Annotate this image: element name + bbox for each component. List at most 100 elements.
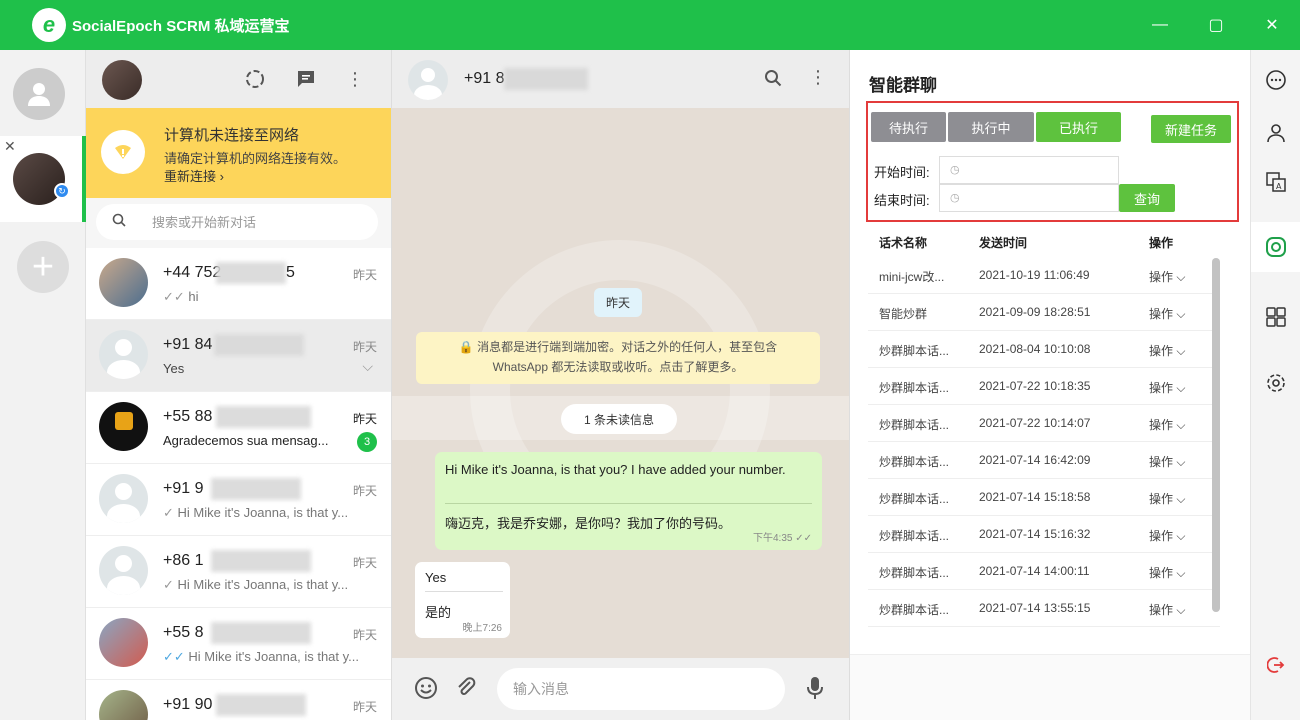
chat-time: 昨天: [352, 412, 377, 426]
add-account-button[interactable]: +: [17, 241, 69, 293]
emoji-icon[interactable]: [414, 676, 438, 706]
row-action-dropdown[interactable]: 操作 ⌵: [1149, 564, 1185, 581]
new-chat-icon[interactable]: [295, 68, 317, 90]
read-ticks-icon: ✓✓: [163, 289, 185, 304]
chat-time: 昨天: [352, 484, 377, 498]
chevron-down-icon[interactable]: ⌵: [362, 358, 373, 375]
chat-preview: hi: [188, 289, 199, 304]
contact-name: +55 88: [163, 408, 213, 425]
column-header-name: 话术名称: [879, 236, 928, 250]
chat-preview: Hi Mike it's Joanna, is that y...: [177, 577, 349, 592]
reconnect-link[interactable]: 重新连接 ›: [164, 166, 224, 185]
default-avatar-icon[interactable]: [408, 60, 448, 100]
chat-item[interactable]: +91 90 昨天: [86, 680, 391, 720]
chat-item[interactable]: +91 9 昨天 ✓ Hi Mike it's Joanna, is that …: [86, 464, 391, 536]
menu-dots-icon[interactable]: ⋮: [344, 68, 366, 90]
tab-pending[interactable]: 待执行: [871, 112, 946, 142]
row-time: 2021-07-14 15:16:32: [979, 527, 1091, 541]
user-avatar-icon[interactable]: [13, 68, 65, 120]
message-text: Hi Mike it's Joanna, is that you? I have…: [445, 462, 786, 477]
message-translation: 是的: [425, 605, 452, 620]
read-ticks-icon: ✓✓: [163, 649, 185, 664]
smart-group-chat-panel: 智能群聊 待执行 执行中 已执行 新建任务 开始时间: ◷ 结束时间: ◷ 查询…: [850, 50, 1250, 720]
row-action-dropdown[interactable]: 操作 ⌵: [1149, 490, 1185, 507]
search-icon: [112, 213, 126, 231]
row-action-dropdown[interactable]: 操作 ⌵: [1149, 305, 1185, 322]
row-action-dropdown[interactable]: 操作 ⌵: [1149, 601, 1185, 618]
message-time: 下午4:35 ✓✓: [753, 533, 812, 544]
logout-icon[interactable]: [1251, 640, 1300, 690]
apps-grid-icon[interactable]: [1251, 292, 1300, 342]
tab-running[interactable]: 执行中: [948, 112, 1034, 142]
row-time: 2021-08-04 10:10:08: [979, 342, 1091, 356]
chat-item[interactable]: +44 752 5 昨天 ✓✓ hi: [86, 248, 391, 320]
start-time-input[interactable]: ◷: [939, 156, 1119, 184]
minimize-button[interactable]: —: [1132, 0, 1188, 50]
table-scrollbar[interactable]: [1212, 258, 1220, 612]
default-avatar-icon: [99, 330, 148, 379]
chat-item[interactable]: +55 88 昨天 Agradecemos sua mensag... 3: [86, 392, 391, 464]
close-account-icon[interactable]: ✕: [4, 138, 16, 155]
query-button[interactable]: 查询: [1119, 184, 1175, 212]
network-banner-title: 计算机未连接至网络: [164, 127, 300, 144]
incoming-message[interactable]: Yes 是的 晚上7:26: [415, 562, 510, 638]
my-avatar[interactable]: [102, 60, 142, 100]
start-time-label: 开始时间:: [874, 165, 930, 180]
search-box: [96, 204, 378, 240]
chat-time: 昨天: [352, 556, 377, 570]
encryption-notice[interactable]: 🔒 消息都是进行端到端加密。对话之外的任何人，甚至包含 WhatsApp 都无法…: [416, 332, 820, 384]
row-action-dropdown[interactable]: 操作 ⌵: [1149, 268, 1185, 285]
encryption-notice-line1: 🔒 消息都是进行端到端加密。对话之外的任何人，甚至包含: [458, 340, 778, 354]
chat-bubble-icon[interactable]: [1251, 55, 1300, 105]
account-tab-active[interactable]: ✕ ↻: [0, 136, 86, 222]
microphone-icon[interactable]: [806, 676, 824, 706]
row-action-dropdown[interactable]: 操作 ⌵: [1149, 453, 1185, 470]
row-name: 智能炒群: [879, 307, 928, 321]
clock-icon: ◷: [950, 164, 960, 176]
row-action-dropdown[interactable]: 操作 ⌵: [1149, 379, 1185, 396]
chat-time: 昨天: [352, 268, 377, 282]
attach-icon[interactable]: [455, 676, 477, 704]
outgoing-message[interactable]: Hi Mike it's Joanna, is that you? I have…: [435, 452, 822, 550]
chat-time: 昨天: [352, 340, 377, 354]
scrollbar-thumb[interactable]: [1212, 258, 1220, 612]
conversation-title: +91 8: [464, 70, 505, 87]
redacted-number: [504, 68, 588, 90]
sent-tick-icon: ✓: [163, 505, 174, 520]
row-name: 炒群脚本话...: [879, 455, 950, 469]
row-time: 2021-07-14 14:00:11: [979, 564, 1090, 578]
contact-avatar: [99, 258, 148, 307]
translate-icon[interactable]: A: [1251, 157, 1300, 207]
column-header-action: 操作: [1149, 236, 1174, 250]
row-action-dropdown[interactable]: 操作 ⌵: [1149, 416, 1185, 433]
row-action-dropdown[interactable]: 操作 ⌵: [1149, 527, 1185, 544]
table-row: 炒群脚本话... 2021-07-14 16:42:09 操作 ⌵: [868, 442, 1220, 479]
row-action-dropdown[interactable]: 操作 ⌵: [1149, 342, 1185, 359]
chat-item[interactable]: +55 8 昨天 ✓✓ Hi Mike it's Joanna, is that…: [86, 608, 391, 680]
chat-item[interactable]: +86 1 昨天 ✓ Hi Mike it's Joanna, is that …: [86, 536, 391, 608]
panel-footer: [850, 654, 1250, 720]
search-icon[interactable]: [764, 69, 782, 90]
contact-name: +91 9: [163, 480, 204, 497]
message-input[interactable]: [497, 668, 785, 710]
end-time-input[interactable]: ◷: [939, 184, 1119, 212]
unread-badge: 3: [357, 432, 377, 452]
svg-text:A: A: [1276, 182, 1282, 191]
chat-item-active[interactable]: +91 84 昨天 Yes ⌵: [86, 320, 391, 392]
search-input[interactable]: [152, 214, 352, 230]
warning-icon: [101, 130, 145, 174]
tab-done[interactable]: 已执行: [1036, 112, 1121, 142]
user-icon[interactable]: [1251, 108, 1300, 158]
gear-icon[interactable]: [1251, 358, 1300, 408]
conversation-panel: +91 8 ⋮ 昨天 🔒 消息都是进行端到端加密。对话之外的任何人，甚至包含 W…: [392, 50, 850, 720]
new-task-button[interactable]: 新建任务: [1151, 115, 1231, 143]
contact-name: +55 8: [163, 624, 204, 641]
close-window-button[interactable]: ✕: [1244, 0, 1300, 50]
status-icon[interactable]: [244, 68, 266, 90]
menu-dots-icon[interactable]: ⋮: [809, 67, 827, 88]
message-translation: 嗨迈克，我是乔安娜，是你吗？我加了你的号码。: [445, 516, 732, 531]
table-row: 智能炒群 2021-09-09 18:28:51 操作 ⌵: [868, 294, 1220, 331]
smart-group-icon[interactable]: [1251, 222, 1300, 272]
row-time: 2021-07-14 15:18:58: [979, 490, 1091, 504]
maximize-button[interactable]: ▢: [1188, 0, 1244, 50]
